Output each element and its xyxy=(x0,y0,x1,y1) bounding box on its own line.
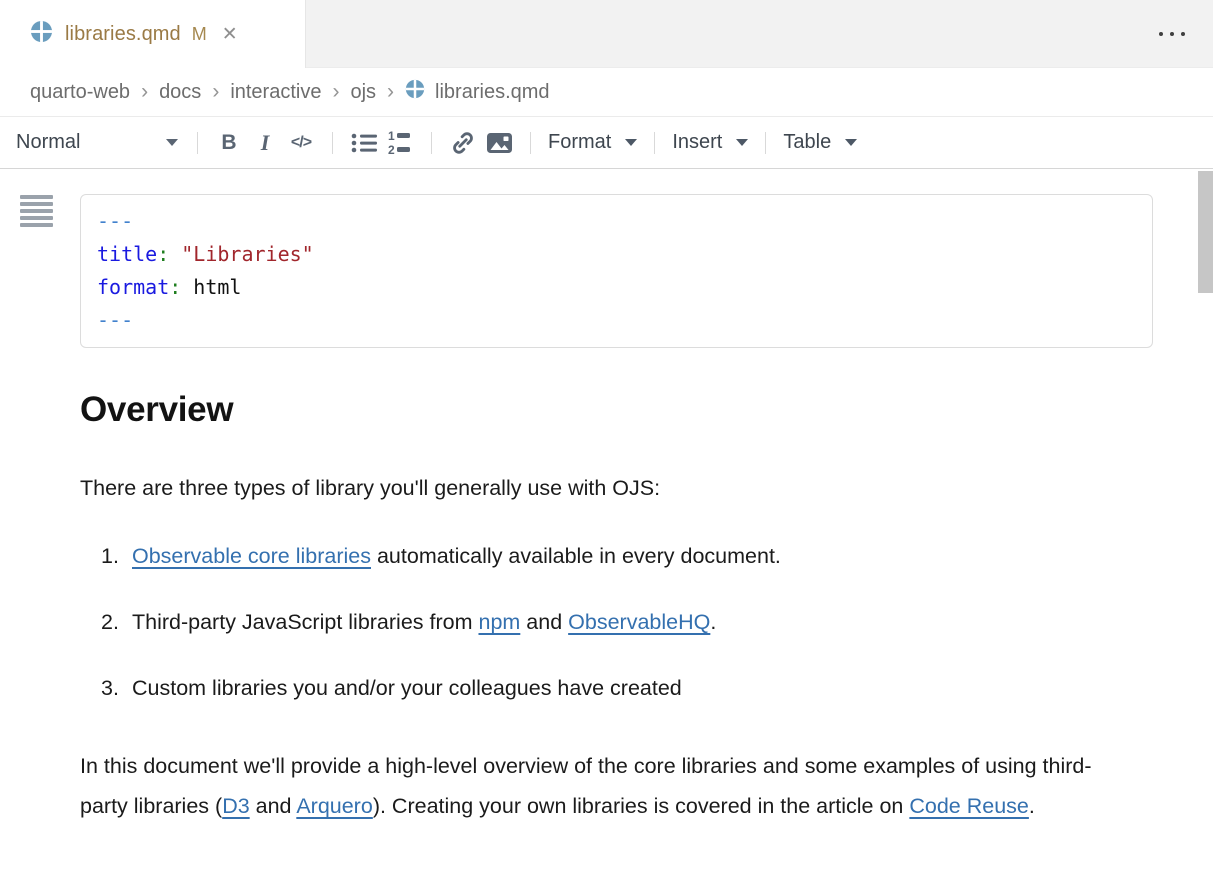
chevron-down-icon xyxy=(166,139,178,146)
ellipsis-icon xyxy=(1159,32,1163,36)
list-item: 2. Third-party JavaScript libraries from… xyxy=(80,609,1213,635)
ordered-list-button[interactable]: 1 2 xyxy=(382,124,418,162)
chevron-down-icon xyxy=(845,139,857,146)
ordered-list-icon: 1 2 xyxy=(387,130,414,156)
bullet-list-button[interactable] xyxy=(346,124,382,162)
bullet-list-icon xyxy=(351,131,378,155)
insert-menu[interactable]: Insert xyxy=(668,131,752,154)
inline-code-button[interactable]: </> xyxy=(283,124,319,162)
yaml-title-line: title:"Libraries" xyxy=(97,238,1136,271)
italic-button[interactable]: I xyxy=(247,124,283,162)
toolbar-divider xyxy=(332,132,333,154)
modified-badge: M xyxy=(192,24,207,45)
quarto-file-icon xyxy=(30,20,53,48)
paragraph-style-value: Normal xyxy=(16,131,80,154)
document-editor[interactable]: --- title:"Libraries" format:html --- Ov… xyxy=(0,169,1213,826)
yaml-delimiter: --- xyxy=(97,205,1136,238)
link-observable-core-libraries[interactable]: Observable core libraries xyxy=(132,544,371,568)
link-npm[interactable]: npm xyxy=(478,610,520,634)
yaml-format-line: format:html xyxy=(97,271,1136,304)
chevron-down-icon xyxy=(736,139,748,146)
yaml-delimiter: --- xyxy=(97,304,1136,337)
outro-paragraph: In this document we'll provide a high-le… xyxy=(80,746,1095,826)
breadcrumb: quarto-web › docs › interactive › ojs › … xyxy=(0,68,1213,117)
numbered-list: 1. Observable core libraries automatical… xyxy=(80,543,1213,701)
toolbar-divider xyxy=(197,132,198,154)
image-icon xyxy=(486,131,513,155)
toolbar-divider xyxy=(765,132,766,154)
insert-link-button[interactable] xyxy=(445,124,481,162)
breadcrumb-item-quarto-web[interactable]: quarto-web xyxy=(30,81,130,104)
chevron-right-icon: › xyxy=(141,80,148,104)
format-menu[interactable]: Format xyxy=(544,131,641,154)
table-menu[interactable]: Table xyxy=(779,131,861,154)
breadcrumb-filename: libraries.qmd xyxy=(435,81,549,104)
link-arquero[interactable]: Arquero xyxy=(296,794,373,818)
tab-libraries-qmd[interactable]: libraries.qmd M ✕ xyxy=(0,0,306,68)
chevron-right-icon: › xyxy=(212,80,219,104)
svg-text:2: 2 xyxy=(388,143,395,156)
formatting-toolbar: Normal B I </> 1 2 xyxy=(0,117,1213,169)
close-icon[interactable]: ✕ xyxy=(222,25,238,44)
breadcrumb-item-ojs[interactable]: ojs xyxy=(350,81,376,104)
paragraph-style-select[interactable]: Normal xyxy=(16,131,184,154)
svg-text:1: 1 xyxy=(388,130,395,143)
editor-window: libraries.qmd M ✕ quarto-web › docs › in… xyxy=(0,0,1213,889)
chevron-right-icon: › xyxy=(387,80,394,104)
yaml-front-matter-block[interactable]: --- title:"Libraries" format:html --- xyxy=(80,194,1153,348)
more-actions-button[interactable] xyxy=(1159,0,1185,68)
breadcrumb-item-docs[interactable]: docs xyxy=(159,81,201,104)
toolbar-divider xyxy=(654,132,655,154)
quarto-file-icon xyxy=(405,79,425,105)
toolbar-divider xyxy=(431,132,432,154)
link-icon xyxy=(450,130,476,156)
intro-paragraph: There are three types of library you'll … xyxy=(80,475,1213,501)
tab-bar: libraries.qmd M ✕ xyxy=(0,0,1213,68)
insert-image-button[interactable] xyxy=(481,124,517,162)
section-heading: Overview xyxy=(80,390,1213,430)
tab-title: libraries.qmd xyxy=(65,23,181,46)
block-drag-handle[interactable] xyxy=(20,195,53,227)
list-item: 3. Custom libraries you and/or your coll… xyxy=(80,675,1213,701)
breadcrumb-item-interactive[interactable]: interactive xyxy=(230,81,321,104)
list-item: 1. Observable core libraries automatical… xyxy=(80,543,1213,569)
chevron-down-icon xyxy=(625,139,637,146)
vertical-scrollbar-thumb[interactable] xyxy=(1198,171,1213,293)
toolbar-divider xyxy=(530,132,531,154)
breadcrumb-item-file[interactable]: libraries.qmd xyxy=(405,79,549,105)
chevron-right-icon: › xyxy=(332,80,339,104)
link-code-reuse[interactable]: Code Reuse xyxy=(909,794,1029,818)
link-d3[interactable]: D3 xyxy=(222,794,249,818)
link-observablehq[interactable]: ObservableHQ xyxy=(568,610,710,634)
bold-button[interactable]: B xyxy=(211,124,247,162)
